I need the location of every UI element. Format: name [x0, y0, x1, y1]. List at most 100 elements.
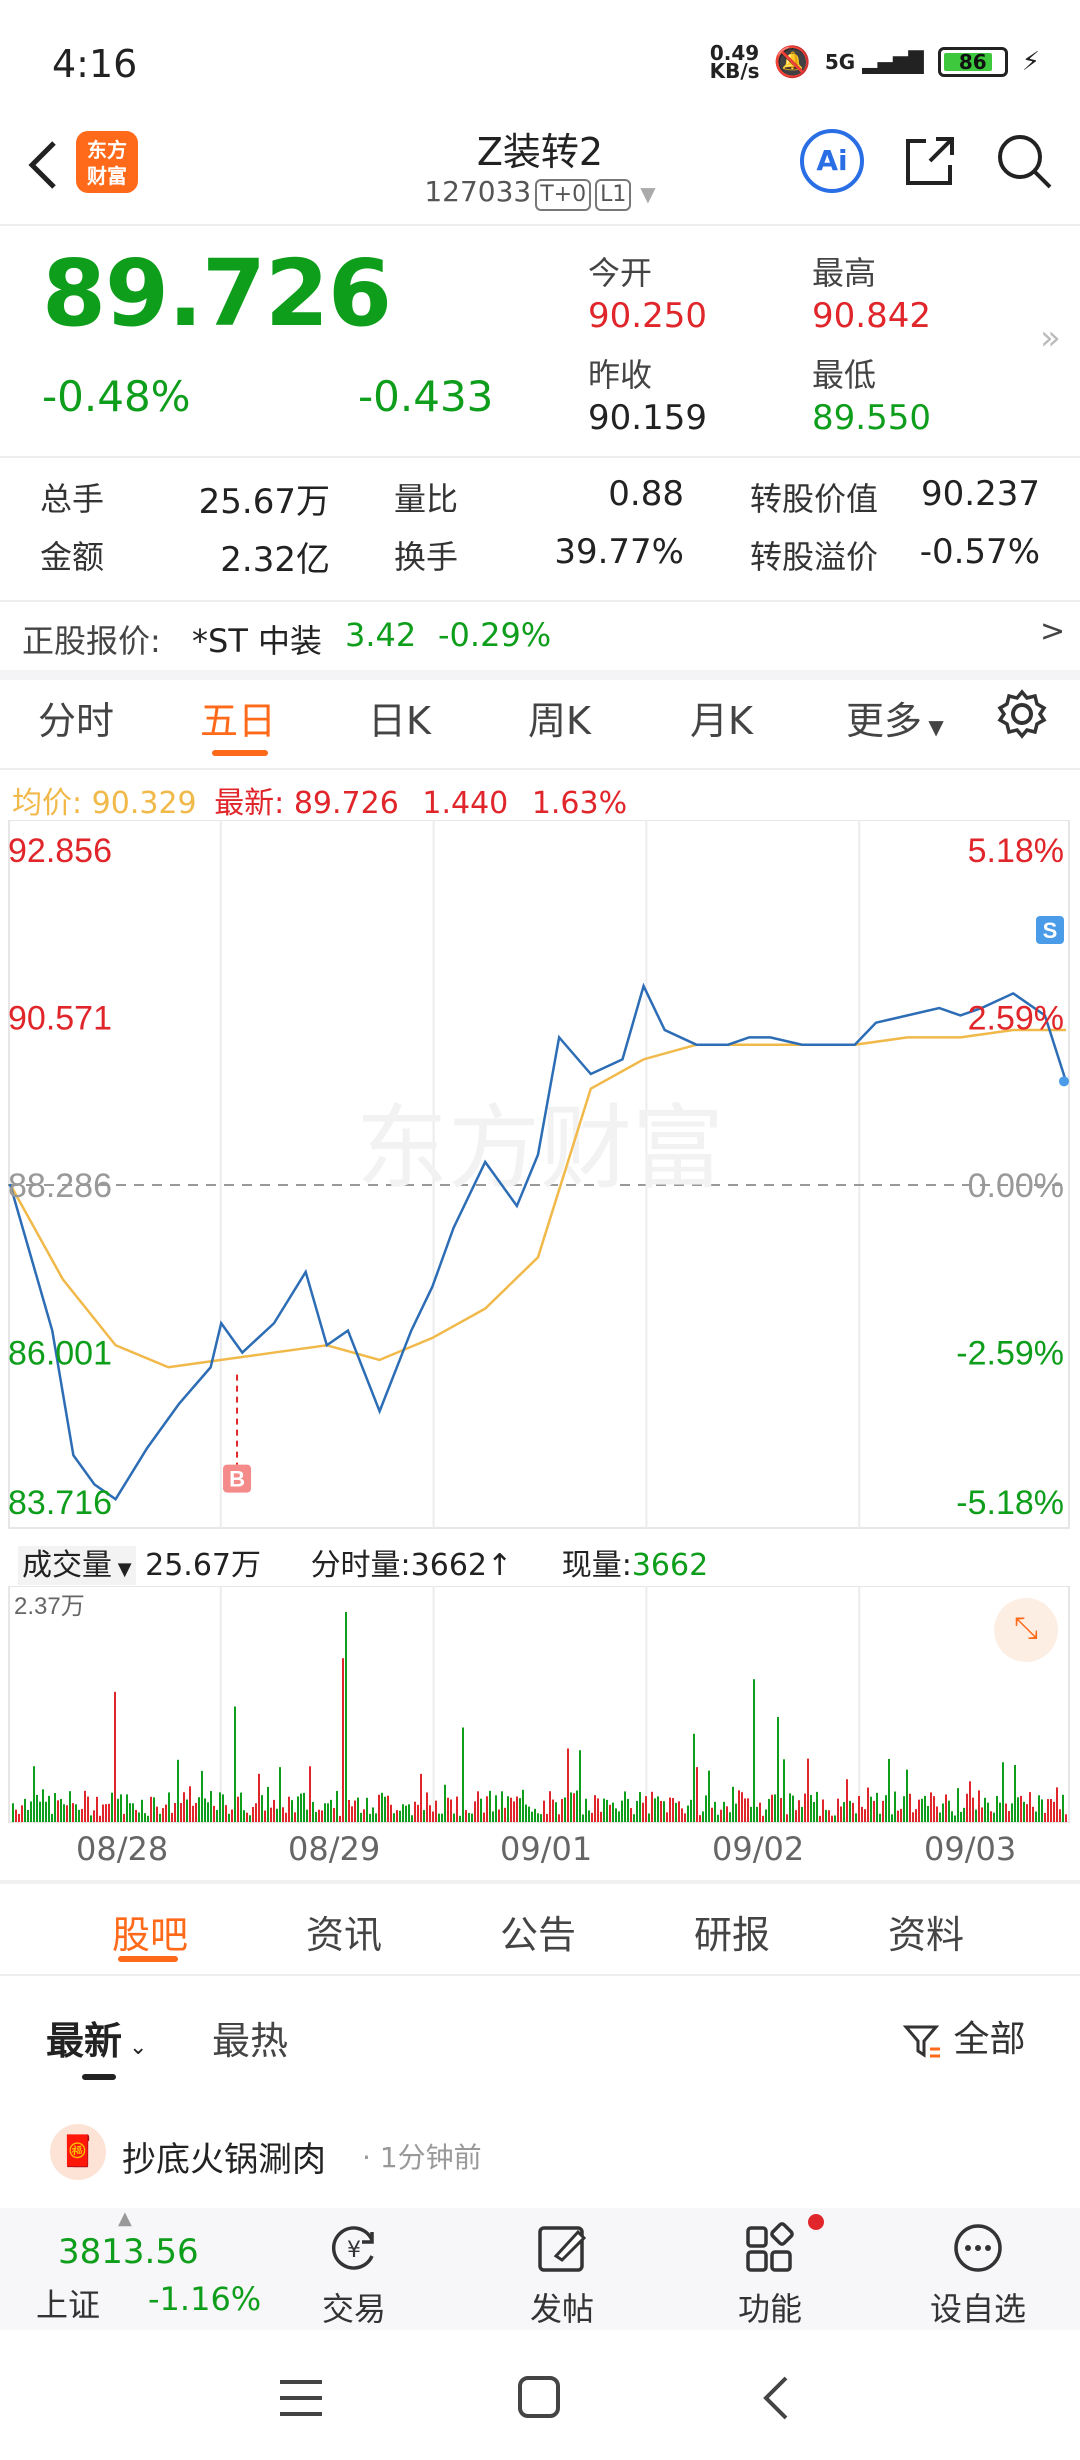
volume-bar: [210, 1791, 212, 1822]
volume-bar: [669, 1797, 671, 1822]
volume-chart[interactable]: 2.37万: [8, 1586, 1072, 1826]
volume-bar: [234, 1706, 236, 1822]
volume-bar: [333, 1808, 335, 1822]
volume-bar: [702, 1811, 704, 1822]
post-username[interactable]: 抄底火锅涮肉: [122, 2132, 326, 2181]
underlying-stock-row[interactable]: 正股报价: *ST 中装 3.42 -0.29% >: [0, 604, 1080, 668]
tab-forum[interactable]: 股吧: [112, 1904, 188, 1959]
tab-intraday[interactable]: 分时: [38, 690, 114, 745]
volume-bar: [969, 1781, 971, 1822]
settings-gear-icon[interactable]: [996, 688, 1048, 740]
volume-bar: [156, 1806, 158, 1822]
sell-marker-label: S: [1043, 918, 1058, 943]
volume-bar: [195, 1802, 197, 1822]
volume-bar: [963, 1807, 965, 1822]
trade-tag: T+0: [535, 179, 592, 211]
nav-trade[interactable]: ¥ 交易: [294, 2208, 414, 2330]
tab-announcements[interactable]: 公告: [500, 1904, 576, 1959]
volume-bar: [1038, 1795, 1040, 1822]
tab-news[interactable]: 资讯: [306, 1904, 382, 1959]
volume-bar: [906, 1769, 908, 1822]
tab-research[interactable]: 研报: [694, 1904, 770, 1959]
home-icon[interactable]: [516, 2374, 562, 2420]
volume-bar: [642, 1802, 644, 1822]
volume-bar: [270, 1807, 272, 1822]
now-volume-value: 3662: [631, 1548, 709, 1583]
nav-functions[interactable]: 功能: [710, 2208, 830, 2330]
search-icon[interactable]: [994, 131, 1054, 191]
post-item[interactable]: 🧧 抄底火锅涮肉 · 1分钟前: [44, 2124, 1044, 2184]
menu-icon[interactable]: [276, 2376, 326, 2420]
volume-bar: [774, 1794, 776, 1822]
volume-bar: [240, 1792, 242, 1822]
volume-bar: [384, 1796, 386, 1822]
volume-bar: [1056, 1787, 1058, 1822]
avatar[interactable]: 🧧: [50, 2124, 106, 2180]
volume-bar: [591, 1812, 593, 1822]
tab-profile[interactable]: 资料: [888, 1904, 964, 1959]
volume-bar: [648, 1813, 650, 1822]
volume-bar: [222, 1794, 224, 1822]
volume-bar: [390, 1804, 392, 1822]
volume-bar: [48, 1795, 50, 1822]
index-name[interactable]: 上证: [36, 2280, 100, 2326]
volume-bar: [468, 1812, 470, 1822]
filter-icon: [902, 2025, 940, 2058]
volume-bar: [60, 1799, 62, 1822]
fullscreen-expand-icon[interactable]: ⤡: [994, 1598, 1058, 1662]
share-icon[interactable]: [900, 131, 960, 191]
index-value[interactable]: 3813.56: [58, 2232, 199, 2272]
filter-button[interactable]: 全部: [902, 2010, 1025, 2062]
tab-five-day[interactable]: 五日: [200, 690, 276, 745]
date-label: 08/29: [288, 1830, 381, 1868]
volume-bar: [459, 1815, 461, 1822]
tab-daily-k[interactable]: 日K: [368, 690, 431, 745]
volume-bar: [615, 1808, 617, 1822]
volume-bar: [705, 1795, 707, 1822]
index-change[interactable]: -1.16%: [148, 2280, 261, 2318]
nav-label: 设自选: [929, 2290, 1026, 2328]
tab-weekly-k[interactable]: 周K: [528, 690, 591, 745]
volume-bar: [171, 1812, 173, 1822]
notification-dot: [808, 2214, 824, 2230]
volume-bar: [339, 1815, 341, 1822]
volume-bar: [984, 1797, 986, 1822]
volume-bar: [630, 1808, 632, 1822]
volume-bar: [645, 1796, 647, 1822]
tab-monthly-k[interactable]: 月K: [690, 690, 753, 745]
back-nav-icon[interactable]: [756, 2372, 796, 2424]
volume-bar: [1032, 1806, 1034, 1822]
volume-selector[interactable]: 成交量 ▼: [18, 1546, 136, 1585]
volume-bar: [699, 1815, 701, 1822]
volume-bar: [285, 1812, 287, 1822]
stat-value: 2.32亿: [220, 540, 330, 580]
volume-bar: [108, 1803, 110, 1822]
volume-bar: [297, 1796, 299, 1822]
volume-bar: [900, 1808, 902, 1822]
nav-post[interactable]: 发帖: [502, 2208, 622, 2330]
volume-bar: [183, 1792, 185, 1822]
volume-bar: [126, 1794, 128, 1822]
volume-bar: [273, 1799, 275, 1822]
sort-latest[interactable]: 最新 ⌄: [46, 2010, 147, 2065]
date-label: 09/02: [712, 1830, 805, 1868]
volume-bar: [624, 1791, 626, 1822]
price-chart[interactable]: 东方财富 92.85690.57188.28686.00183.7165.18%…: [8, 820, 1072, 1532]
nav-add-watchlist[interactable]: 设自选: [918, 2208, 1038, 2330]
underlying-name: *ST 中装: [192, 622, 323, 660]
volume-bar: [786, 1814, 788, 1822]
volume-bar: [450, 1799, 452, 1822]
volume-bar: [1059, 1809, 1061, 1822]
expand-chevron-icon[interactable]: »: [1040, 318, 1061, 358]
ai-button[interactable]: Ai: [800, 129, 864, 193]
volume-bar: [441, 1813, 443, 1822]
tab-more[interactable]: 更多 ▼: [846, 690, 944, 745]
volume-bar: [264, 1810, 266, 1822]
volume-bar: [261, 1795, 263, 1822]
volume-bar: [45, 1801, 47, 1822]
volume-bar: [858, 1795, 860, 1822]
chevron-down-icon: ▼: [640, 182, 656, 206]
sort-hot[interactable]: 最热: [212, 2010, 288, 2065]
volume-bar: [1035, 1811, 1037, 1822]
volume-bar: [717, 1814, 719, 1822]
